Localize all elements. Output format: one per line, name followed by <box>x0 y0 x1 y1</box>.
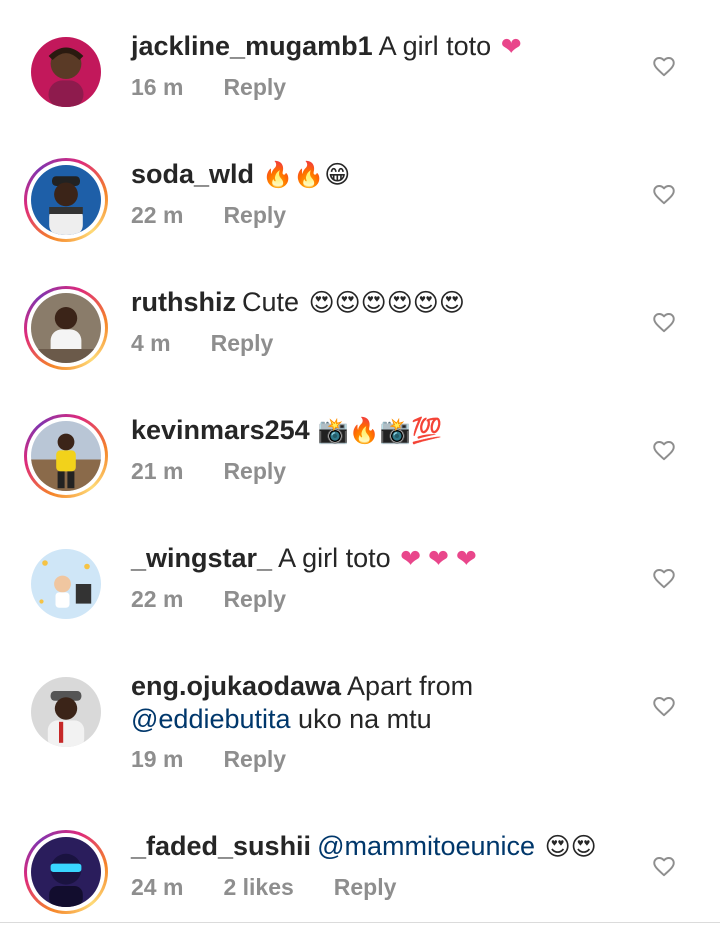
comment-text-after: uko na mtu <box>298 704 432 734</box>
comment-body: _wingstar_ A girl toto ❤ ❤ ❤ 22 m Reply <box>131 542 631 613</box>
reply-button[interactable]: Reply <box>223 202 286 229</box>
comment-emojis: 😍😍 <box>544 833 597 861</box>
comments-list: jackline_mugamb1 A girl toto ❤ 16 m Reply … <box>0 0 720 934</box>
like-heart-icon[interactable] <box>651 853 677 879</box>
reply-button[interactable]: Reply <box>211 330 274 357</box>
comment-timestamp: 21 m <box>131 458 184 484</box>
like-heart-icon[interactable] <box>651 181 677 207</box>
comment-body: eng.ojukaodawa Apart from @eddiebutita uk… <box>131 670 631 773</box>
comment-emojis: 😍😍😍😍😍😍 <box>308 289 465 317</box>
avatar[interactable] <box>31 549 101 619</box>
avatar-frame[interactable] <box>24 30 108 114</box>
comment-username[interactable]: jackline_mugamb1 <box>131 31 373 61</box>
comment-body: ruthshiz Cute 😍😍😍😍😍😍 4 m Reply <box>131 286 631 357</box>
comment-username[interactable]: eng.ojukaodawa <box>131 671 341 701</box>
comment-line: kevinmars254 📸🔥📸💯 <box>131 414 631 448</box>
comment-emojis: ❤ <box>500 33 522 61</box>
comment-line: _wingstar_ A girl toto ❤ ❤ ❤ <box>131 542 631 576</box>
comment-meta: 24 m 2 likes Reply <box>131 874 631 901</box>
comment-username[interactable]: soda_wld <box>131 159 254 189</box>
avatar-story-ring[interactable] <box>24 830 108 914</box>
comment-line: ruthshiz Cute 😍😍😍😍😍😍 <box>131 286 631 320</box>
avatar-story-ring[interactable] <box>24 286 108 370</box>
comment-meta: 22 m Reply <box>131 586 631 613</box>
like-heart-icon[interactable] <box>651 309 677 335</box>
avatar[interactable] <box>31 677 101 747</box>
comment-line: jackline_mugamb1 A girl toto ❤ <box>131 30 631 64</box>
comment-meta: 16 m Reply <box>131 74 631 101</box>
comment-emojis: 🔥🔥😁 <box>262 161 351 189</box>
comment-text: Cute <box>242 287 300 317</box>
avatar[interactable] <box>31 293 101 363</box>
avatar-frame[interactable] <box>24 542 108 626</box>
comment-text: Apart from <box>347 671 474 701</box>
like-heart-icon[interactable] <box>651 693 677 719</box>
comment-username[interactable]: kevinmars254 <box>131 415 310 445</box>
avatar-story-ring[interactable] <box>24 414 108 498</box>
comment-line: soda_wld 🔥🔥😁 <box>131 158 631 192</box>
reply-button[interactable]: Reply <box>223 746 286 773</box>
comment-meta: 21 m Reply <box>131 458 631 485</box>
comment-timestamp: 22 m <box>131 202 184 228</box>
avatar[interactable] <box>31 37 101 107</box>
comment-likes-count[interactable]: 2 likes <box>223 874 293 901</box>
reply-button[interactable]: Reply <box>223 74 286 101</box>
avatar[interactable] <box>31 165 101 235</box>
comment-timestamp: 22 m <box>131 586 184 612</box>
avatar-frame[interactable] <box>24 670 108 754</box>
comment-username[interactable]: _wingstar_ <box>131 543 272 573</box>
comment-timestamp: 19 m <box>131 746 184 772</box>
comment-username[interactable]: _faded_sushii <box>131 831 311 861</box>
comment-mention[interactable]: @eddiebutita <box>131 704 291 734</box>
reply-button[interactable]: Reply <box>223 586 286 613</box>
reply-button[interactable]: Reply <box>223 458 286 485</box>
avatar[interactable] <box>31 421 101 491</box>
avatar[interactable] <box>31 837 101 907</box>
comment-timestamp: 24 m <box>131 874 184 900</box>
comment-text: A girl toto <box>378 31 492 61</box>
comment-timestamp: 16 m <box>131 74 184 100</box>
comment-emojis: ❤ ❤ ❤ <box>400 545 477 573</box>
comment-meta: 4 m Reply <box>131 330 631 357</box>
comment-body: kevinmars254 📸🔥📸💯 21 m Reply <box>131 414 631 485</box>
avatar-story-ring[interactable] <box>24 158 108 242</box>
like-heart-icon[interactable] <box>651 565 677 591</box>
comment-meta: 22 m Reply <box>131 202 631 229</box>
comment-username[interactable]: ruthshiz <box>131 287 236 317</box>
comment-line: _faded_sushii @mammitoeunice 😍😍 <box>131 830 631 864</box>
comment-body: _faded_sushii @mammitoeunice 😍😍 24 m 2 lik… <box>131 830 631 901</box>
reply-button[interactable]: Reply <box>334 874 397 901</box>
comment-mention[interactable]: @mammitoeunice <box>317 831 535 861</box>
like-heart-icon[interactable] <box>651 437 677 463</box>
comment-body: soda_wld 🔥🔥😁 22 m Reply <box>131 158 631 229</box>
like-heart-icon[interactable] <box>651 53 677 79</box>
comment-line: eng.ojukaodawa Apart from @eddiebutita uk… <box>131 670 631 736</box>
comment-text: A girl toto <box>278 543 391 573</box>
comment-timestamp: 4 m <box>131 330 171 356</box>
comment-meta: 19 m Reply <box>131 746 631 773</box>
divider <box>0 922 720 923</box>
comment-emojis: 📸🔥📸💯 <box>317 417 443 445</box>
comment-body: jackline_mugamb1 A girl toto ❤ 16 m Reply <box>131 30 631 101</box>
